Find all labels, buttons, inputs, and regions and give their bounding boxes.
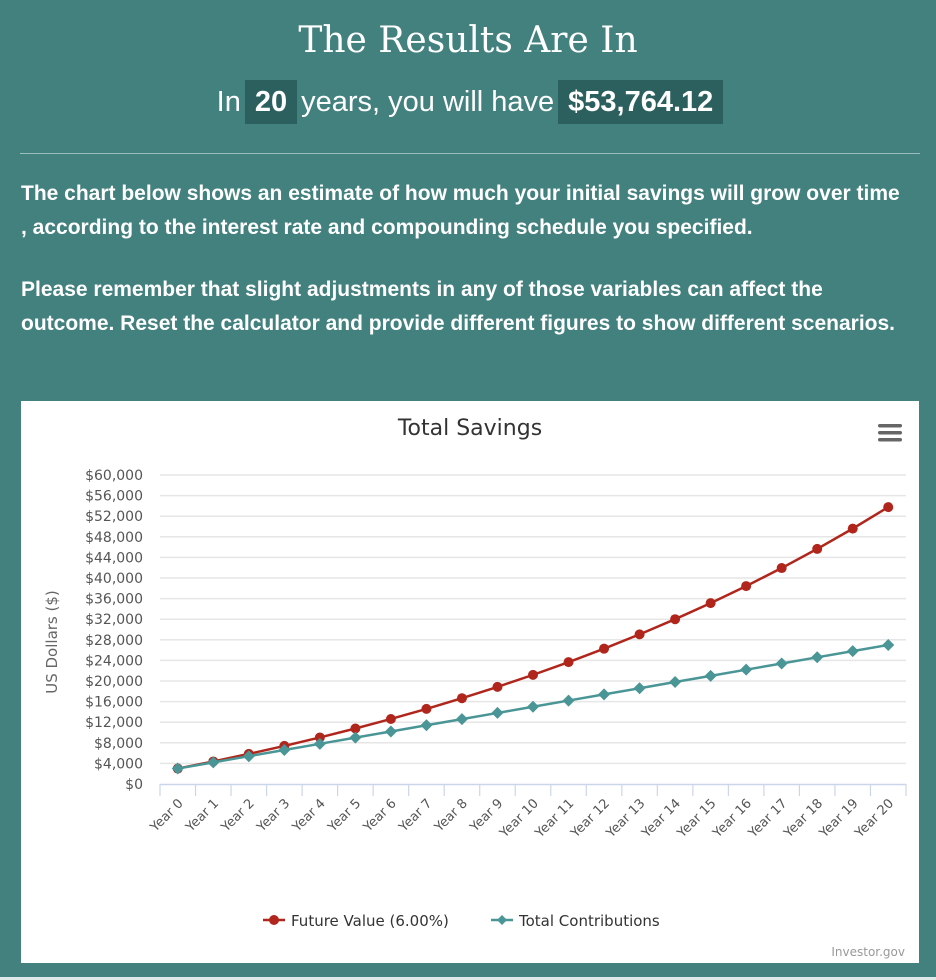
data-point[interactable] (349, 731, 362, 744)
x-tick-label: Year 1 (183, 796, 223, 836)
hamburger-menu-icon[interactable] (877, 423, 903, 445)
x-tick-label: Year 3 (254, 796, 294, 836)
x-tick-label: Year 13 (603, 796, 648, 841)
y-tick-label: $52,000 (85, 509, 143, 525)
y-tick-label: $32,000 (85, 612, 143, 628)
data-point[interactable] (812, 543, 823, 554)
y-axis-label: US Dollars ($) (43, 590, 61, 694)
legend-item-total-contributions[interactable]: Total Contributions (491, 912, 660, 930)
series-total-contributions (171, 638, 895, 775)
credits-link[interactable]: Investor.gov (831, 945, 905, 959)
data-point[interactable] (491, 706, 504, 719)
y-tick-label: $40,000 (85, 571, 143, 587)
y-tick-label: $48,000 (85, 530, 143, 546)
x-tick-label: Year 12 (567, 796, 612, 841)
summary-middle: years, you will have (301, 86, 555, 118)
total-savings-chart: Total Savings $0 $4,000 $8,000 $12,000 $16,0… (43, 416, 907, 959)
data-point[interactable] (704, 669, 717, 682)
legend-marker (269, 915, 279, 925)
data-point[interactable] (669, 676, 682, 689)
y-tick-label: $36,000 (85, 592, 143, 608)
legend-label: Total Contributions (518, 912, 660, 930)
chart-container: Total Savings $0 $4,000 $8,000 $12,000 $16,0… (21, 401, 919, 963)
x-tick-label: Year 5 (325, 796, 365, 836)
data-point[interactable] (528, 669, 538, 680)
y-tick-label: $0 (125, 777, 143, 793)
x-tick-label: Year 18 (781, 796, 826, 841)
divider (20, 153, 920, 154)
legend-label: Future Value (6.00%) (291, 912, 449, 930)
x-tick-label: Year 11 (532, 796, 577, 841)
data-point[interactable] (847, 523, 858, 534)
data-point[interactable] (599, 643, 610, 654)
x-tick-label: Year 2 (218, 796, 258, 836)
data-point[interactable] (527, 700, 539, 713)
y-tick-label: $56,000 (85, 489, 143, 505)
series-line (177, 506, 889, 770)
description-paragraph-2: Please remember that slight adjustments … (21, 278, 896, 335)
data-point[interactable] (420, 719, 433, 732)
data-point[interactable] (455, 713, 468, 726)
y-tick-label: $24,000 (85, 653, 143, 669)
data-point[interactable] (421, 703, 432, 714)
x-tick-label: Year 7 (396, 796, 436, 836)
y-tick-label: $16,000 (85, 695, 143, 711)
x-tick-label: Year 17 (745, 796, 790, 841)
y-tick-label: $28,000 (85, 633, 143, 649)
data-point[interactable] (385, 713, 396, 724)
x-tick-label: Year 6 (360, 796, 400, 836)
x-axis (159, 783, 907, 796)
x-tick-label: Year 19 (816, 796, 861, 841)
future-value-amount: $53,764.12 (558, 80, 724, 124)
data-point[interactable] (633, 682, 646, 695)
data-point[interactable] (563, 657, 574, 668)
x-axis-ticks: Year 0Year 1Year 2Year 3Year 4Year 5Year… (147, 796, 897, 841)
data-point[interactable] (634, 629, 645, 640)
data-point[interactable] (740, 663, 753, 676)
x-tick-label: Year 16 (710, 796, 755, 841)
x-tick-label: Year 10 (496, 796, 541, 841)
legend-item-future-value[interactable]: Future Value (6.00%) (263, 912, 449, 930)
data-point[interactable] (171, 762, 184, 775)
x-tick-label: Year 14 (639, 796, 684, 841)
y-tick-label: $20,000 (85, 674, 143, 690)
data-point[interactable] (882, 638, 895, 651)
series-future-value (172, 502, 894, 774)
data-point[interactable] (846, 645, 859, 658)
series-group (171, 502, 895, 775)
data-point[interactable] (705, 598, 716, 609)
y-tick-label: $44,000 (85, 550, 143, 566)
y-tick-label: $60,000 (85, 468, 143, 484)
data-point[interactable] (207, 756, 220, 769)
legend-marker (497, 915, 507, 925)
data-point[interactable] (492, 681, 503, 692)
y-tick-label: $4,000 (94, 756, 143, 772)
data-point[interactable] (811, 651, 824, 664)
y-tick-label: $12,000 (85, 715, 143, 731)
y-tick-label: $8,000 (94, 736, 143, 752)
data-point[interactable] (775, 657, 788, 670)
data-point[interactable] (598, 688, 611, 701)
data-point[interactable] (883, 502, 894, 513)
x-tick-label: Year 15 (674, 796, 719, 841)
description-paragraph-1: The chart below shows an estimate of how… (21, 182, 900, 239)
chart-title: Total Savings (397, 416, 542, 441)
results-summary: In 20 years, you will have $53,764.12 (0, 80, 936, 124)
x-tick-label: Year 20 (852, 796, 897, 841)
years-value: 20 (244, 80, 298, 124)
data-point[interactable] (741, 581, 752, 592)
results-title: The Results Are In (298, 20, 638, 61)
data-point[interactable] (776, 563, 787, 574)
data-point[interactable] (384, 725, 397, 738)
x-tick-label: Year 8 (431, 796, 471, 836)
summary-prefix: In (216, 86, 241, 118)
data-point[interactable] (670, 614, 681, 625)
legend: Future Value (6.00%) Total Contributions (263, 912, 660, 930)
data-point[interactable] (456, 693, 467, 704)
grid-lines (160, 474, 906, 765)
x-tick-label: Year 4 (289, 796, 329, 836)
data-point[interactable] (562, 694, 575, 707)
x-tick-label: Year 0 (147, 796, 187, 836)
y-axis-ticks: $0 $4,000 $8,000 $12,000 $16,000 $20,000 $24,0… (85, 468, 143, 793)
